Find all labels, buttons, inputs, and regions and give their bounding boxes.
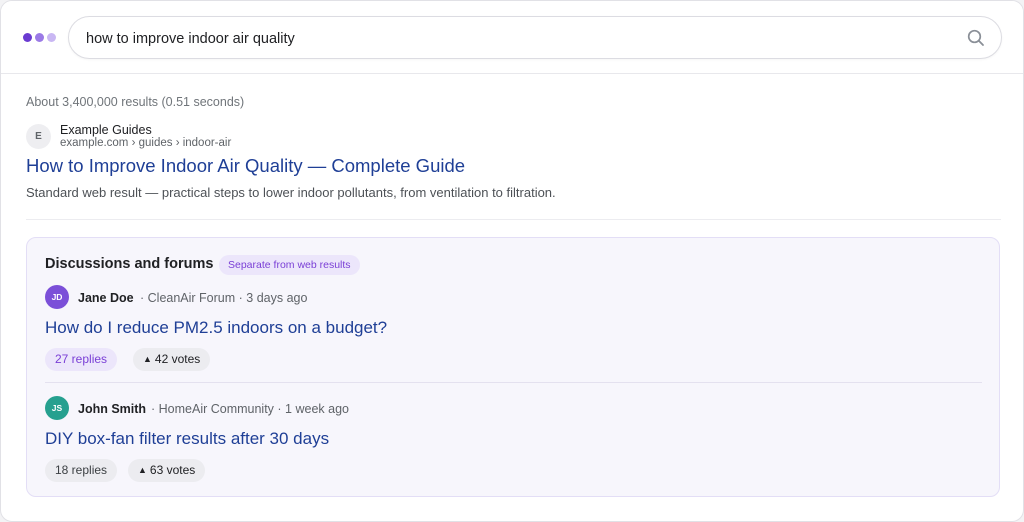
brand-logo[interactable] [23,33,56,43]
thread-divider [45,382,982,383]
thread-meta: · HomeAir Community · 1 week ago [151,402,349,416]
browser-window: About 3,400,000 results (0.51 seconds) E… [0,0,1024,522]
separate-badge: Separate from web results [219,255,360,275]
divider [26,219,1001,220]
search-icon [967,29,984,46]
result-title-link[interactable]: How to Improve Indoor Air Quality — Comp… [26,155,465,177]
author-name[interactable]: Jane Doe [78,291,134,305]
search-input[interactable] [86,28,946,50]
search-header [1,1,1023,74]
upvote-icon: ▲ [138,465,147,475]
site-url[interactable]: example.com › guides › indoor-air [60,137,231,149]
avatar: JS [45,396,69,420]
panel-title: Discussions and forums [45,256,214,272]
logo-dot [35,33,44,42]
thread-title-link[interactable]: How do I reduce PM2.5 indoors on a budge… [45,318,387,338]
search-button[interactable] [966,28,986,48]
result-snippet: Standard web result — practical steps to… [26,185,556,200]
replies-chip[interactable]: 18 replies [45,459,118,482]
logo-dot [23,33,32,42]
avatar: JD [45,285,69,309]
logo-dot [47,33,56,42]
votes-label: 63 votes [149,463,196,477]
upvote-icon: ▲ [143,354,152,364]
thread-meta: · CleanAir Forum · 3 days ago [140,291,308,305]
results-count: About 3,400,000 results (0.51 seconds) [26,95,245,109]
discussions-panel: Discussions and forums Separate from web… [26,237,1000,497]
search-bar [68,16,1002,59]
votes-chip[interactable]: ▲ 42 votes [133,348,211,371]
votes-label: 42 votes [154,352,201,366]
votes-chip[interactable]: ▲ 63 votes [128,459,206,482]
replies-chip[interactable]: 27 replies [45,348,118,371]
site-name[interactable]: Example Guides [60,123,152,137]
thread-title-link[interactable]: DIY box-fan filter results after 30 days [45,429,329,449]
site-favicon: E [26,124,51,149]
author-name[interactable]: John Smith [78,402,146,416]
